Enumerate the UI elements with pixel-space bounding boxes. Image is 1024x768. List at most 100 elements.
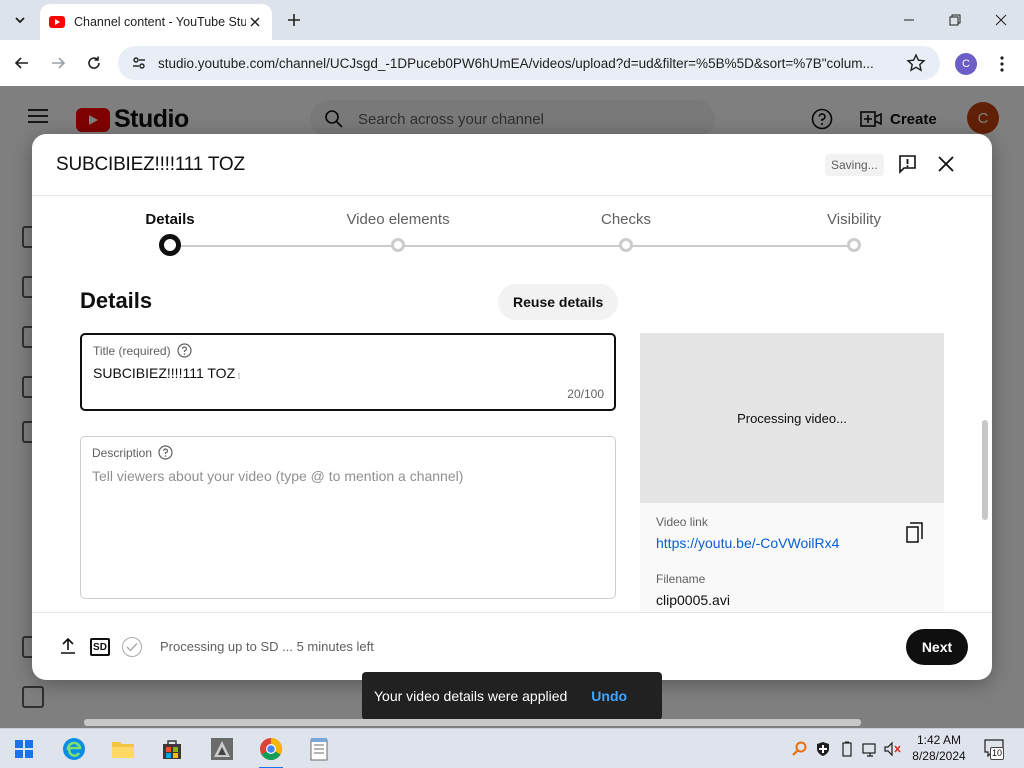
notification-count: 10: [990, 747, 1004, 760]
more-vert-icon: [1000, 56, 1004, 72]
minimize-icon: [904, 19, 914, 21]
filename-label: Filename: [656, 572, 706, 586]
check-icon: [126, 643, 138, 652]
clock-date: 8/28/2024: [912, 749, 966, 763]
help-icon[interactable]: [158, 445, 173, 460]
browser-profile-avatar[interactable]: C: [955, 53, 977, 75]
address-bar[interactable]: studio.youtube.com/channel/UCJsgd_-1DPuc…: [118, 46, 940, 80]
text-cursor-icon: [238, 373, 240, 379]
windows-logo-icon: [15, 740, 33, 758]
description-field[interactable]: Description Tell viewers about your vide…: [80, 436, 616, 599]
bookmark-star-icon[interactable]: [906, 53, 926, 73]
feedback-button[interactable]: [898, 154, 918, 174]
dialog-close-button[interactable]: [936, 154, 956, 174]
windows-taskbar: 1:42 AM 8/28/2024 10: [0, 728, 1024, 768]
tab-search-button[interactable]: [8, 8, 32, 32]
taskbar-media-app[interactable]: [208, 735, 236, 763]
battery-icon[interactable]: [838, 740, 856, 758]
reuse-details-button[interactable]: Reuse details: [498, 284, 619, 320]
taskbar-chrome[interactable]: [257, 735, 285, 768]
restore-button[interactable]: [935, 6, 975, 34]
youtube-favicon-icon: [49, 16, 65, 28]
chevron-down-icon: [15, 17, 25, 24]
step-details-label[interactable]: Details: [145, 211, 194, 228]
chrome-icon: [260, 738, 282, 760]
url-text: studio.youtube.com/channel/UCJsgd_-1DPuc…: [158, 55, 874, 71]
video-preview-panel: Processing video... Video link https://y…: [640, 333, 944, 612]
site-settings-icon[interactable]: [128, 52, 150, 74]
folder-icon: [112, 742, 134, 758]
title-char-counter: 20/100: [567, 387, 604, 401]
help-icon[interactable]: [176, 343, 192, 358]
network-icon[interactable]: [861, 740, 879, 758]
tab-close-button[interactable]: [246, 13, 264, 31]
browser-tab-strip: Channel content - YouTube Studio: [0, 0, 1024, 40]
video-thumbnail: Processing video...: [640, 333, 944, 503]
processing-text: Processing video...: [737, 410, 847, 426]
video-link-label: Video link: [656, 515, 708, 529]
close-icon: [938, 156, 954, 172]
tab-title: Channel content - YouTube Studio: [74, 15, 246, 29]
browser-menu-button[interactable]: [992, 50, 1012, 78]
back-button[interactable]: [8, 49, 36, 77]
saving-badge: Saving...: [825, 154, 884, 176]
step-video-elements-dot[interactable]: [391, 238, 405, 252]
undo-button[interactable]: Undo: [591, 688, 627, 704]
search-tray-icon[interactable]: [790, 740, 808, 758]
taskbar-clock[interactable]: 1:42 AM 8/28/2024: [904, 732, 974, 764]
description-field-label: Description: [92, 445, 153, 460]
page-horizontal-scrollbar[interactable]: [84, 719, 861, 726]
reload-button[interactable]: [80, 49, 108, 77]
step-details-dot[interactable]: [159, 234, 181, 256]
upload-stepper: Details Video elements Checks Visibility: [32, 196, 992, 270]
notepad-icon: [310, 738, 328, 761]
minimize-button[interactable]: [889, 6, 929, 34]
dialog-scrollbar[interactable]: [982, 420, 988, 520]
start-button[interactable]: [10, 735, 38, 763]
dialog-title: SUBCIBIEZ!!!!111 TOZ: [56, 154, 245, 175]
new-tab-button[interactable]: [282, 8, 306, 32]
window-close-button[interactable]: [981, 6, 1021, 34]
dialog-body: Details Reuse details Title (required) S…: [32, 270, 992, 612]
title-field[interactable]: Title (required) SUBCIBIEZ!!!!111 TOZ 20…: [80, 333, 616, 411]
snackbar: Your video details were applied Undo: [362, 672, 662, 720]
notification-center-button[interactable]: 10: [984, 739, 1006, 760]
taskbar-file-explorer[interactable]: [109, 735, 137, 763]
arrow-left-icon: [14, 57, 28, 69]
report-flag-icon: [899, 155, 916, 174]
description-placeholder: Tell viewers about your video (type @ to…: [92, 468, 464, 484]
upload-dialog: SUBCIBIEZ!!!!111 TOZ Saving... Details V…: [32, 134, 992, 680]
taskbar-notepad[interactable]: [305, 735, 333, 763]
browser-tab[interactable]: Channel content - YouTube Studio: [40, 4, 272, 40]
reload-icon: [88, 56, 100, 69]
processing-status: Processing up to SD ... 5 minutes left: [160, 639, 374, 654]
upload-button[interactable]: [60, 637, 76, 655]
taskbar-store[interactable]: [158, 735, 186, 763]
copy-icon: [906, 522, 923, 543]
dialog-footer: SD Processing up to SD ... 5 minutes lef…: [32, 612, 992, 680]
security-shield-icon[interactable]: [814, 740, 832, 758]
step-visibility-dot[interactable]: [847, 238, 861, 252]
taskbar-edge[interactable]: [60, 735, 88, 763]
upload-icon: [61, 637, 75, 654]
dialog-header: SUBCIBIEZ!!!!111 TOZ Saving...: [32, 134, 992, 196]
checks-status-icon: [122, 637, 142, 657]
step-video-elements-label[interactable]: Video elements: [346, 211, 449, 228]
next-button[interactable]: Next: [906, 629, 968, 665]
media-app-icon: [211, 738, 233, 760]
snackbar-message: Your video details were applied: [374, 688, 568, 704]
volume-muted-icon[interactable]: [884, 740, 902, 758]
step-checks-dot[interactable]: [619, 238, 633, 252]
forward-button[interactable]: [44, 49, 72, 77]
section-title: Details: [80, 288, 153, 313]
video-link[interactable]: https://youtu.be/-CoVWoilRx4: [656, 535, 839, 551]
close-icon: [995, 14, 1007, 26]
copy-link-button[interactable]: [906, 522, 924, 544]
plus-icon: [288, 14, 300, 26]
browser-toolbar: studio.youtube.com/channel/UCJsgd_-1DPuc…: [0, 40, 1024, 86]
stepper-track: [170, 245, 854, 247]
step-checks-label[interactable]: Checks: [601, 211, 651, 228]
arrow-right-icon: [52, 57, 66, 69]
step-visibility-label[interactable]: Visibility: [827, 211, 881, 228]
title-input-value: SUBCIBIEZ!!!!111 TOZ: [93, 365, 236, 381]
